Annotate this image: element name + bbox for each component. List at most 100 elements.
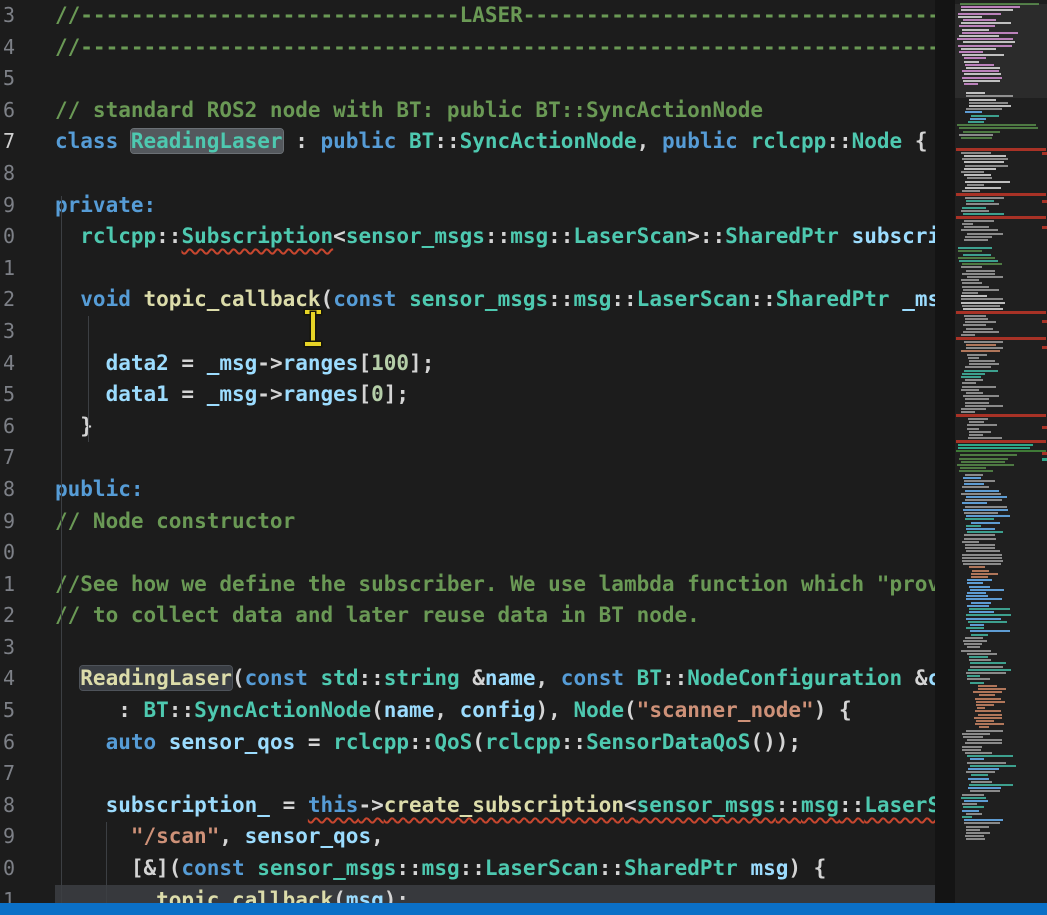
minimap-line xyxy=(966,328,994,330)
code-line[interactable]: 6} xyxy=(0,411,935,443)
code-line[interactable]: 0rclcpp::Subscription<sensor_msgs::msg::… xyxy=(0,221,935,253)
code-line[interactable]: 4data2 = _msg->ranges[100]; xyxy=(0,348,935,380)
minimap-line xyxy=(969,659,992,661)
code-token: Node xyxy=(573,698,624,722)
code-line[interactable]: 1 xyxy=(0,253,935,285)
code-line[interactable]: 7class ReadingLaser : public BT::SyncAct… xyxy=(0,126,935,158)
code-line[interactable]: 5data1 = _msg->ranges[0]; xyxy=(0,379,935,411)
code-line[interactable]: 8subscription_ = this->create_subscripti… xyxy=(0,790,935,822)
minimap-line xyxy=(971,781,993,783)
line-number: 2 xyxy=(0,284,15,316)
code-text: data1 = _msg->ranges[0]; xyxy=(55,379,935,411)
minimap-line xyxy=(965,366,991,368)
code-line[interactable]: 0 xyxy=(0,537,935,569)
code-token: ) { xyxy=(788,856,826,880)
minimap-slider[interactable] xyxy=(955,4,1047,98)
code-text: // to collect data and later reuse data … xyxy=(55,600,935,632)
code-token: name xyxy=(384,698,435,722)
code-line[interactable]: 9private: xyxy=(0,190,935,222)
minimap-line xyxy=(967,424,996,426)
code-line[interactable]: 3 xyxy=(0,316,935,348)
editor-pane[interactable]: 3//------------------------------LASER--… xyxy=(0,0,935,903)
code-line[interactable]: 3 xyxy=(0,632,935,664)
code-line[interactable]: 3//------------------------------LASER--… xyxy=(0,0,935,32)
code-text: void topic_callback(const sensor_msgs::m… xyxy=(55,284,935,316)
code-token xyxy=(839,224,852,248)
code-token: QoS xyxy=(434,730,472,754)
code-line[interactable]: 4//-------------------------------------… xyxy=(0,32,935,64)
minimap-line xyxy=(968,621,1007,623)
code-token: _msg xyxy=(207,351,258,375)
code-line[interactable]: 8 xyxy=(0,158,935,190)
code-line[interactable]: 1//See how we define the subscriber. We … xyxy=(0,569,935,601)
code-token: ( xyxy=(371,698,384,722)
code-token: sensor_qos xyxy=(169,730,295,754)
code-token: public xyxy=(662,129,738,153)
code-text xyxy=(55,63,935,95)
code-token: sensor_msgs xyxy=(257,856,396,880)
minimap-line xyxy=(966,344,996,346)
minimap-line xyxy=(970,682,984,684)
code-text: // standard ROS2 node with BT: public BT… xyxy=(55,95,935,127)
code-line[interactable]: 1topic_callback(msg); xyxy=(0,885,935,903)
code-line[interactable]: 4ReadingLaser(const std::string &name, c… xyxy=(0,663,935,695)
minimap-line xyxy=(963,806,984,808)
minimap-line xyxy=(974,717,1003,719)
minimap-line xyxy=(961,171,984,173)
minimap[interactable] xyxy=(955,0,1047,903)
code-line[interactable]: 8public: xyxy=(0,474,935,506)
minimap-line xyxy=(965,398,989,400)
minimap-line xyxy=(966,618,1002,620)
minimap-line xyxy=(979,694,995,696)
code-line[interactable]: 5 xyxy=(0,63,935,95)
code-line[interactable]: 2 void topic_callback(const sensor_msgs::… xyxy=(0,284,935,316)
minimap-line xyxy=(966,627,984,629)
minimap-line xyxy=(965,187,1001,189)
code-token: [&]( xyxy=(131,856,182,880)
code-token: < xyxy=(624,793,637,817)
minimap-line xyxy=(962,733,991,735)
minimap-line xyxy=(963,289,1000,291)
code-token: subscri xyxy=(852,224,935,248)
code-token: this xyxy=(308,793,359,817)
code-token: :: xyxy=(839,793,864,817)
code-line[interactable]: 2// to collect data and later reuse data… xyxy=(0,600,935,632)
code-token: :: xyxy=(485,224,510,248)
minimap-line xyxy=(961,298,1003,300)
minimap-line xyxy=(956,311,1046,314)
minimap-line xyxy=(962,282,982,284)
code-token: ()); xyxy=(750,730,801,754)
code-token: [ xyxy=(358,382,371,406)
minimap-line xyxy=(961,137,992,139)
code-token: Subscription xyxy=(181,224,333,248)
minimap-line xyxy=(969,608,1011,610)
status-bar[interactable] xyxy=(0,903,1047,915)
code-token: :: xyxy=(434,129,459,153)
minimap-line xyxy=(964,168,996,170)
code-token: name xyxy=(485,666,536,690)
minimap-line xyxy=(966,200,994,202)
minimap-line xyxy=(978,685,997,687)
minimap-line xyxy=(965,752,992,754)
minimap-line xyxy=(959,260,998,262)
code-line[interactable]: 7 xyxy=(0,758,935,790)
code-line[interactable]: 9"/scan", sensor_qos, xyxy=(0,821,935,853)
line-number: 0 xyxy=(0,853,15,885)
code-line[interactable]: 5: BT::SyncActionNode(name, config), Nod… xyxy=(0,695,935,727)
code-line[interactable]: 7 xyxy=(0,442,935,474)
minimap-line xyxy=(962,749,982,751)
minimap-line xyxy=(958,257,995,259)
code-token: rclcpp xyxy=(750,129,826,153)
minimap-line xyxy=(956,148,1046,151)
code-line[interactable]: 6 // standard ROS2 node with BT: public B… xyxy=(0,95,935,127)
minimap-line xyxy=(966,672,1006,674)
minimap-line xyxy=(966,108,1003,110)
minimap-line xyxy=(967,531,1003,533)
line-number: 6 xyxy=(0,95,15,127)
code-token: Node xyxy=(852,129,903,153)
code-line[interactable]: 9// Node constructor xyxy=(0,506,935,538)
code-editor-window: 3//------------------------------LASER--… xyxy=(0,0,1047,915)
indent-guide xyxy=(106,822,107,903)
code-line[interactable]: 6auto sensor_qos = rclcpp::QoS(rclcpp::S… xyxy=(0,727,935,759)
code-line[interactable]: 0[&](const sensor_msgs::msg::LaserScan::… xyxy=(0,853,935,885)
